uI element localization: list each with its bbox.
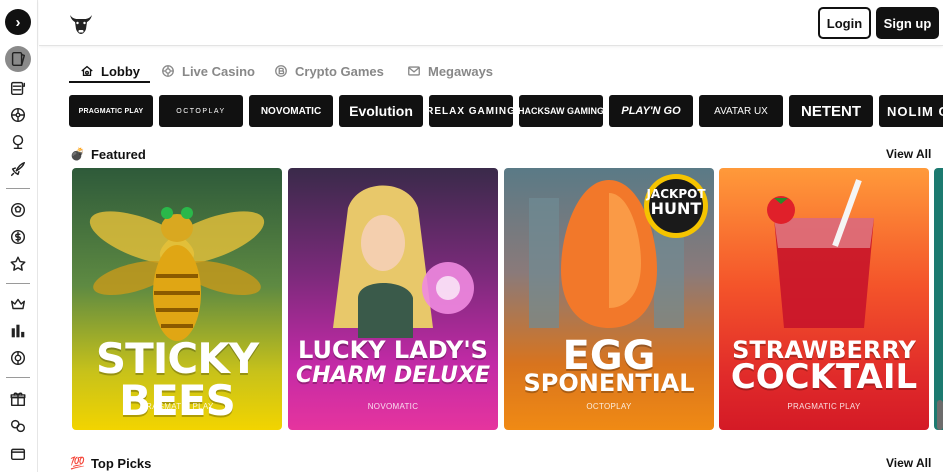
login-button[interactable]: Login — [818, 7, 871, 39]
badge-line: HUNT — [650, 198, 702, 218]
provider-label: NETENT — [801, 102, 861, 120]
sidebar-item-rewards[interactable] — [7, 415, 29, 437]
rocket-icon — [10, 161, 26, 177]
tab-live-casino[interactable]: Live Casino — [161, 60, 255, 82]
game-subtitle: SPONENTIAL — [523, 369, 695, 397]
provider-nolimit-city[interactable]: NOLIM CITY — [879, 95, 943, 127]
provider-evolution[interactable]: Evolution — [339, 95, 423, 127]
game-card-egg-sponential[interactable]: JACKPOT HUNT EGG SPONENTIAL OCTOPLAY — [504, 168, 714, 430]
sidebar-item-vip[interactable] — [7, 293, 29, 315]
tab-label: Live Casino — [182, 63, 255, 79]
sidebar-item-leaderboard[interactable] — [7, 320, 29, 342]
mail-icon — [408, 66, 420, 76]
football-icon — [10, 202, 26, 218]
sidebar: › — [0, 0, 38, 472]
provider-label: HACKSAW GAMING — [519, 106, 603, 116]
provider-label: NOLIM CITY — [887, 103, 943, 119]
game-card-partial[interactable] — [934, 168, 943, 430]
tab-lobby[interactable]: Lobby — [80, 60, 140, 82]
provider-label: PLAY'N GO — [621, 105, 681, 117]
sidebar-divider — [6, 283, 30, 284]
sidebar-toggle-button[interactable]: › — [5, 9, 31, 35]
sidebar-divider — [6, 188, 30, 189]
section-title-text: Featured — [90, 146, 146, 162]
coins-stack-icon — [10, 419, 26, 433]
game-title: LUCKY LADY'S — [298, 336, 488, 364]
game-card-strawberry-cocktail[interactable]: STRAWBERRY COCKTAIL PRAGMATIC PLAY — [719, 168, 929, 430]
section-title-text: Top Picks — [90, 455, 152, 471]
hundred-points-icon: 💯 — [70, 456, 85, 470]
sidebar-divider — [6, 377, 30, 378]
tab-label: Crypto Games — [295, 63, 384, 79]
wallet-icon — [10, 448, 26, 461]
slot-machine-icon — [10, 81, 26, 96]
leaderboard-icon — [11, 324, 25, 338]
sidebar-item-sports[interactable] — [7, 131, 29, 153]
sidebar-item-roulette[interactable] — [7, 104, 29, 126]
provider-octoplay[interactable]: OCTOPLAY — [159, 95, 243, 127]
roulette-icon — [10, 107, 26, 123]
provider-strip: PRAGMATIC PLAY OCTOPLAY NOVOMATIC Evolut… — [69, 95, 943, 128]
view-all-top-picks-link[interactable]: View All — [886, 454, 931, 472]
sidebar-item-wheel[interactable] — [7, 347, 29, 369]
game-provider: OCTOPLAY — [586, 402, 632, 411]
active-tab-indicator — [69, 81, 150, 83]
provider-relax-gaming[interactable]: RELAX GAMING — [429, 95, 513, 127]
game-subtitle: CHARM DELUXE — [295, 363, 491, 388]
scrollbar-thumb[interactable] — [937, 400, 943, 430]
game-card-sticky-bees[interactable]: STICKY BEES PRAGMATIC PLAY — [72, 168, 282, 430]
game-subtitle: COCKTAIL — [730, 357, 918, 397]
sidebar-item-football[interactable] — [7, 199, 29, 221]
bull-head-icon[interactable] — [67, 9, 95, 37]
bomb-icon: 💣 — [70, 147, 85, 161]
provider-avatar-ux[interactable]: AVATAR UX — [699, 95, 783, 127]
provider-label: AVATAR UX — [714, 105, 768, 117]
game-provider: NOVOMATIC — [367, 402, 419, 411]
game-card-lucky-ladys-charm-deluxe[interactable]: LUCKY LADY'S CHARM DELUXE NOVOMATIC — [288, 168, 498, 430]
chevron-right-icon: › — [15, 13, 21, 31]
sidebar-item-crash[interactable] — [7, 158, 29, 180]
provider-novomatic[interactable]: NOVOMATIC — [249, 95, 333, 127]
sidebar-item-coin[interactable] — [7, 226, 29, 248]
sidebar-item-slots[interactable] — [7, 77, 29, 99]
trophy-globe-icon — [12, 134, 24, 150]
section-title-top-picks: 💯 Top Picks — [70, 454, 151, 472]
game-provider: PRAGMATIC PLAY — [140, 402, 214, 411]
crown-icon — [10, 298, 26, 310]
jackpot-hunt-badge: JACKPOT HUNT — [644, 188, 708, 217]
top-header: Login Sign up — [39, 0, 943, 46]
home-icon — [81, 65, 93, 77]
sidebar-item-more[interactable] — [7, 442, 29, 464]
provider-label: PRAGMATIC PLAY — [78, 107, 144, 115]
tab-label: Megaways — [428, 63, 494, 79]
tab-megaways[interactable]: Megaways — [407, 60, 493, 82]
section-title-featured: 💣 Featured — [70, 145, 146, 163]
wheel-icon — [10, 350, 26, 366]
star-icon — [10, 256, 26, 271]
cards-icon — [11, 51, 26, 67]
crypto-icon — [275, 65, 287, 77]
provider-label: OCTOPLAY — [176, 107, 226, 115]
lady-illustration — [333, 185, 474, 338]
gift-icon — [10, 392, 26, 407]
provider-play-n-go[interactable]: PLAY'N GO — [609, 95, 693, 127]
coin-icon — [10, 229, 26, 245]
provider-label: NOVOMATIC — [260, 105, 322, 117]
sidebar-item-casino[interactable] — [5, 46, 31, 72]
provider-pragmatic-play[interactable]: PRAGMATIC PLAY — [69, 95, 153, 127]
game-provider: PRAGMATIC PLAY — [787, 402, 861, 411]
chip-icon — [162, 65, 174, 77]
tab-crypto-games[interactable]: Crypto Games — [274, 60, 384, 82]
view-all-featured-link[interactable]: View All — [886, 145, 931, 163]
provider-netent[interactable]: NETENT — [789, 95, 873, 127]
provider-hacksaw-gaming[interactable]: HACKSAW GAMING — [519, 95, 603, 127]
provider-label: Evolution — [349, 103, 413, 119]
provider-label: RELAX GAMING — [429, 105, 513, 117]
sidebar-item-promotions[interactable] — [7, 388, 29, 410]
tab-label: Lobby — [101, 63, 140, 79]
sidebar-item-favorites[interactable] — [7, 253, 29, 275]
signup-button[interactable]: Sign up — [876, 7, 939, 39]
